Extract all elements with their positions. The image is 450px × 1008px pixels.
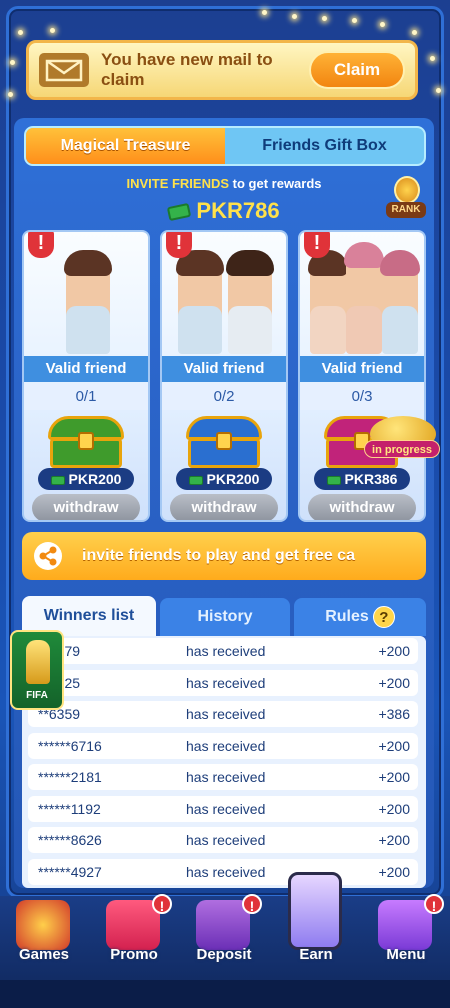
table-row: **3779has received+200 (28, 638, 418, 664)
tab-magical-treasure[interactable]: Magical Treasure (26, 128, 225, 164)
table-row: **6359 has received +386 (28, 701, 418, 727)
world-cup-trophy-icon (26, 640, 50, 684)
mail-banner: You have new mail to claim Claim (26, 40, 418, 100)
mail-text: You have new mail to claim (101, 50, 273, 89)
envelope-icon (39, 53, 89, 87)
withdraw-button[interactable]: withdraw (170, 494, 278, 520)
cash-icon (188, 475, 203, 485)
reward-amount: PKR200 (38, 468, 134, 490)
table-row: ******4927 has received +200 (28, 859, 418, 885)
share-icon (34, 542, 62, 570)
rank-label: RANK (386, 202, 426, 218)
trophy-icon (394, 176, 420, 204)
alert-icon: ! (304, 232, 330, 258)
tab-history[interactable]: History (160, 598, 290, 636)
nav-label: Games (18, 946, 70, 963)
friend-progress: 0/1 (24, 384, 148, 410)
table-row: ******6716 has received +200 (28, 733, 418, 759)
nav-deposit[interactable]: ! Deposit (182, 894, 266, 972)
alert-icon: ! (28, 232, 54, 258)
cash-icon (167, 203, 192, 222)
invite-caption: INVITE FRIENDS to get rewards (14, 176, 434, 191)
alert-icon: ! (166, 232, 192, 258)
claim-button[interactable]: Claim (309, 51, 405, 89)
cash-icon (50, 475, 65, 485)
nav-menu[interactable]: ! Menu (364, 894, 448, 972)
friend-progress: 0/2 (162, 384, 286, 410)
nav-earn[interactable]: Earn (274, 872, 358, 972)
table-row: **3725has received+200 (28, 670, 418, 696)
nav-label: Deposit (196, 946, 252, 963)
total-amount: PKR786 (196, 198, 280, 223)
friend-illustration (172, 238, 280, 354)
valid-friend-label: Valid friend (24, 356, 148, 382)
treasure-chest-icon (186, 416, 262, 470)
table-row: ******2181 has received +200 (28, 764, 418, 790)
system-bar (0, 980, 450, 1008)
alert-badge: ! (242, 894, 262, 914)
withdraw-button[interactable]: withdraw (32, 494, 140, 520)
valid-friend-label: Valid friend (162, 356, 286, 382)
friend-illustration (34, 238, 142, 354)
total-reward: PKR786 (14, 198, 434, 224)
help-icon[interactable]: ? (372, 606, 395, 628)
list-tabs: Winners list History Rules? (22, 596, 426, 636)
slot-machine-icon (16, 900, 70, 950)
tab-rules[interactable]: Rules? (294, 598, 426, 636)
alert-badge: ! (152, 894, 172, 914)
share-text: invite friends to play and get free ca (82, 547, 355, 564)
reward-card: ! Valid friend 0/3 PKR386 withdraw (298, 230, 426, 522)
withdraw-button[interactable]: withdraw (308, 494, 416, 520)
reward-cards: ! Valid friend 0/1 PKR200 withdraw ! Val… (22, 230, 428, 522)
reward-amount: PKR200 (176, 468, 272, 490)
tab-friends-gift-box[interactable]: Friends Gift Box (225, 128, 424, 164)
table-row: ******8626 has received +200 (28, 827, 418, 853)
nav-label: Earn (299, 946, 333, 963)
top-tabs: Magical Treasure Friends Gift Box (24, 126, 426, 166)
friend-illustration (308, 238, 420, 354)
nav-promo[interactable]: ! Promo (92, 894, 176, 972)
reward-card: ! Valid friend 0/2 PKR200 withdraw (160, 230, 288, 522)
rules-label: Rules (325, 608, 369, 625)
main-panel: Magical Treasure Friends Gift Box INVITE… (14, 118, 434, 888)
magic-lamp-icon[interactable]: in progress (364, 396, 446, 476)
nav-label: Menu (386, 946, 426, 963)
invite-rest: to get rewards (229, 176, 322, 191)
invite-highlight: INVITE FRIENDS (126, 176, 230, 191)
treasure-chest-icon (48, 416, 124, 470)
fifa-float-button[interactable]: FIFA (10, 630, 64, 710)
invite-share-banner[interactable]: invite friends to play and get free ca (22, 532, 426, 580)
rank-button[interactable]: RANK (386, 176, 426, 222)
fifa-label: FIFA (26, 690, 48, 701)
valid-friend-label: Valid friend (300, 356, 424, 382)
nav-label: Promo (110, 946, 158, 963)
phone-icon (288, 872, 342, 950)
reward-card: ! Valid friend 0/1 PKR200 withdraw (22, 230, 150, 522)
in-progress-badge: in progress (364, 440, 440, 458)
winners-list: **3779has received+200 **3725has receive… (22, 636, 426, 888)
nav-games[interactable]: Games (2, 900, 86, 972)
cash-icon (326, 475, 341, 485)
alert-badge: ! (424, 894, 444, 914)
table-row: ******1192 has received +200 (28, 796, 418, 822)
